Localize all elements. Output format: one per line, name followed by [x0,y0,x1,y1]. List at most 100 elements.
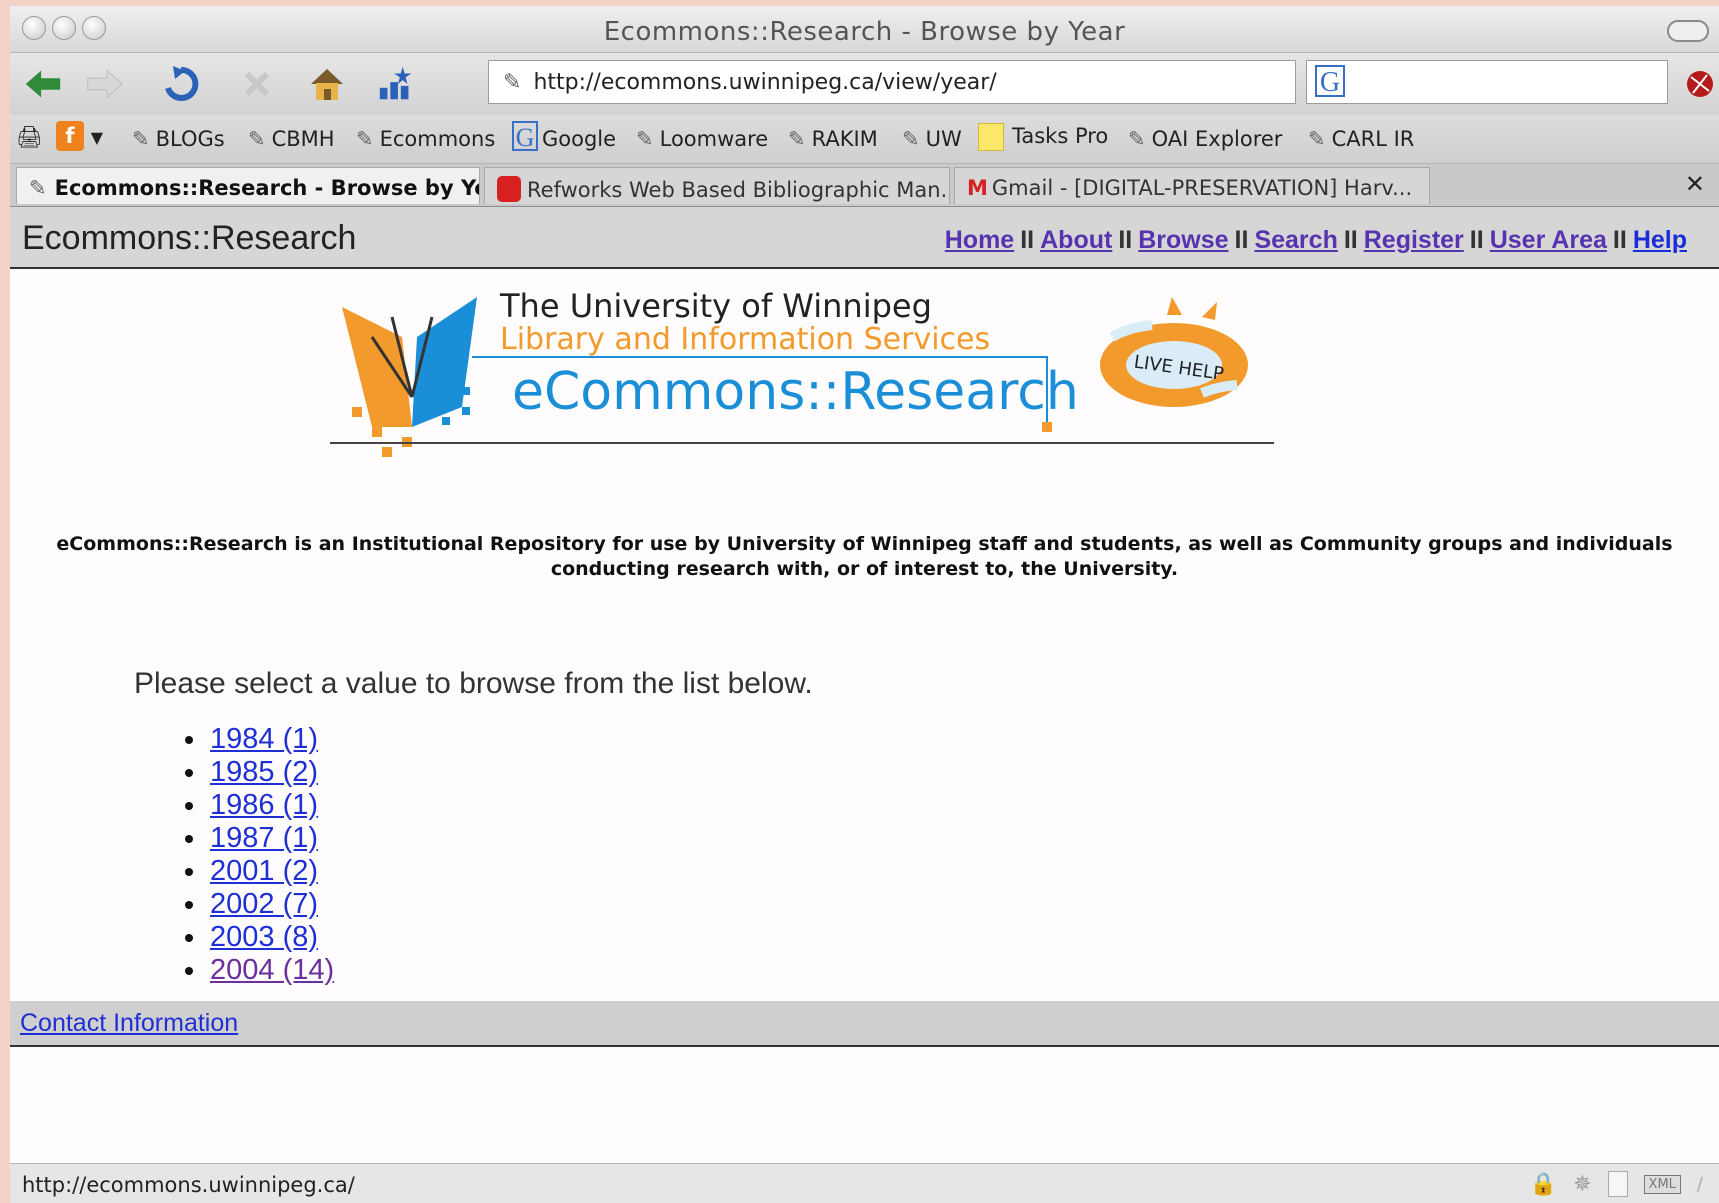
reload-icon [165,66,199,101]
bug-icon[interactable]: ✵ [1573,1172,1591,1197]
feed-icon: f [56,121,84,151]
back-button[interactable] [22,65,64,103]
bookmark-cbmh[interactable]: ✎ CBMH [248,127,335,151]
tab-label: Gmail - [DIGITAL-PRESERVATION] Harv... [991,176,1413,200]
nav-separator: II [1469,226,1484,254]
nav-home-link[interactable]: Home [945,226,1014,254]
list-item: 1985 (2) [208,756,334,789]
feed-menu-button[interactable]: f ▼ [56,121,103,151]
year-link-1985[interactable]: 1985 (2) [210,756,318,788]
year-link-2004[interactable]: 2004 (14) [210,954,334,986]
google-search-icon[interactable]: G [1315,65,1345,98]
xml-feed-badge[interactable]: XML [1643,1174,1681,1194]
bookmark-icon: ✎ [1308,127,1326,151]
year-link-2001[interactable]: 2001 (2) [210,855,318,887]
list-item: 2003 (8) [208,921,334,954]
stop-button[interactable] [236,65,278,103]
page-footer: Contact Information [10,1001,1719,1047]
bookmark-label: OAI Explorer [1151,127,1283,151]
search-bar[interactable]: G [1306,60,1668,104]
bookmark-label: Google [542,127,617,151]
site-title: Ecommons::Research [22,219,357,257]
site-navigation: Home II About II Browse II Search II Register II U… [945,226,1687,255]
list-item: 2001 (2) [208,855,334,888]
year-link-2003[interactable]: 2003 (8) [210,921,318,953]
nav-help-link[interactable]: Help [1633,226,1687,254]
ecommons-banner: The University of Winnipeg Library and I… [330,287,1274,457]
nav-separator: II [1343,226,1358,254]
bookmark-icon: ✎ [902,127,920,151]
home-icon [311,69,343,100]
live-help-button[interactable]: LIVE HELP [1100,297,1248,407]
address-bar[interactable]: ✎ http://ecommons.uwinnipeg.ca/view/year… [488,60,1296,104]
status-animal-icon [1687,71,1713,97]
bookmark-label: Loomware [659,127,769,151]
nav-about-link[interactable]: About [1040,226,1112,254]
year-link-1986[interactable]: 1986 (1) [210,789,318,821]
nav-register-link[interactable]: Register [1364,226,1464,254]
bookmark-tasks-pro[interactable]: Tasks Pro [978,123,1108,151]
lock-icon: 🔒 [1529,1171,1558,1197]
year-link-1984[interactable]: 1984 (1) [210,723,318,755]
page-icon: ✎ [503,69,522,95]
close-tab-icon[interactable]: ✕ [1685,170,1705,198]
nav-search-link[interactable]: Search [1254,226,1337,254]
refworks-icon [497,176,521,202]
gmail-icon: M [967,176,988,200]
bookmark-oai-explorer[interactable]: ✎ OAI Explorer [1128,127,1282,151]
contact-information-link[interactable]: Contact Information [20,1009,238,1038]
nav-separator: II [1020,226,1035,254]
bookmark-star-button[interactable] [376,65,418,103]
chevron-down-icon: ▼ [90,128,103,147]
title-bar: Ecommons::Research - Browse by Year [10,6,1719,53]
bookmark-icon: ✎ [29,176,47,200]
list-item: 2004 (14) [208,954,334,987]
status-bar: http://ecommons.uwinnipeg.ca/ 🔒 ✵ XML ∕ [10,1163,1719,1203]
site-header: Ecommons::Research Home II About II Browse II… [10,207,1719,269]
home-button[interactable] [306,65,348,103]
print-icon[interactable]: 🖨 [16,125,43,150]
page-info-icon[interactable] [1607,1171,1628,1197]
nav-user-area-link[interactable]: User Area [1490,226,1607,254]
list-item: 1986 (1) [208,789,334,822]
list-item: 1984 (1) [208,723,334,756]
banner-university: The University of Winnipeg [499,287,932,325]
list-item: 1987 (1) [208,822,334,855]
forward-button[interactable] [84,65,126,103]
window-title: Ecommons::Research - Browse by Year [603,17,1126,47]
status-text: http://ecommons.uwinnipeg.ca/ [22,1173,355,1197]
bookmarks-toolbar: 🖨 f ▼ ✎ BLOGs ✎ CBMH ✎ Ecommons G Google ✎ Lo… [10,115,1719,164]
intro-line-1: eCommons::Research is an Institutional R… [56,533,1673,555]
tab-label: Ecommons::Research - Browse by Ye... [54,176,480,200]
open-book-logo-icon [342,297,477,457]
nav-separator: II [1118,226,1133,254]
bookmark-google[interactable]: G Google [512,121,617,152]
bookmark-carl-ir[interactable]: ✎ CARL IR [1308,127,1414,151]
bookmark-uw[interactable]: ✎ UW [902,127,962,151]
intro-text: eCommons::Research is an Institutional R… [10,532,1719,582]
bookmark-ecommons[interactable]: ✎ Ecommons [356,127,495,151]
nav-browse-link[interactable]: Browse [1138,226,1228,254]
tab-refworks[interactable]: Refworks Web Based Bibliographic Man... [484,167,950,204]
tab-gmail[interactable]: M Gmail - [DIGITAL-PRESERVATION] Harv... [954,167,1430,204]
tab-ecommons-research[interactable]: ✎ Ecommons::Research - Browse by Ye... [16,167,480,204]
bookmark-icon: ✎ [132,127,150,151]
bookmark-blogs[interactable]: ✎ BLOGs [132,127,225,151]
bookmark-icon: ✎ [248,127,266,151]
forward-arrow-icon [87,69,123,99]
year-link-2002[interactable]: 2002 (7) [210,888,318,920]
bookmark-label: UW [925,127,962,151]
bookmark-label: RAKIM [811,127,878,151]
bookmark-label: CARL IR [1331,127,1415,151]
navigation-toolbar: ✎ http://ecommons.uwinnipeg.ca/view/year… [10,53,1719,115]
resize-grip-icon[interactable]: ∕ [1697,1174,1703,1195]
year-link-1987[interactable]: 1987 (1) [210,822,318,854]
reload-button[interactable] [160,65,202,103]
bookmark-icon: ✎ [1128,127,1146,151]
bookmark-loomware[interactable]: ✎ Loomware [636,127,768,151]
bookmark-rakim[interactable]: ✎ RAKIM [788,127,878,151]
toolbar-toggle-button[interactable] [1667,20,1709,42]
bookmark-label: CBMH [271,127,335,151]
back-arrow-icon [25,70,61,98]
bookmark-icon: ✎ [636,127,654,151]
